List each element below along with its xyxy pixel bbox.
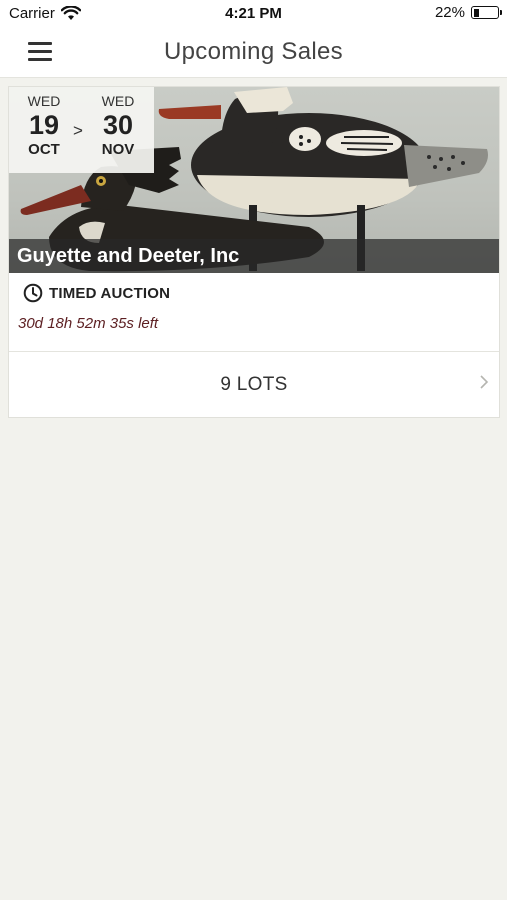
start-day-of-week: WED [27, 93, 61, 109]
battery-fill [473, 8, 479, 17]
auction-type-row: TIMED AUCTION [23, 283, 170, 303]
start-month: OCT [28, 141, 60, 158]
time-remaining: 30d 18h 52m 35s left [18, 315, 159, 332]
auction-type: TIMED AUCTION [49, 284, 171, 302]
sale-title-bar: Guyette and Deeter, Inc [9, 239, 499, 273]
sale-title[interactable]: Guyette and Deeter, Inc [17, 245, 239, 268]
status-time: 4:21 PM [225, 5, 282, 22]
lots-button[interactable]: 9 LOTS [9, 352, 499, 417]
sale-card[interactable]: WED 19 OCT > WED 30 NOV Guyette and Deet… [8, 86, 500, 418]
battery-percent: 22% [434, 4, 465, 21]
lots-count: 9 LOTS [220, 374, 288, 395]
start-date: WED 19 OCT [19, 93, 69, 158]
end-date: WED 30 NOV [93, 93, 143, 158]
status-bar: Carrier 4:21 PM 22% [0, 0, 507, 28]
chevron-right-icon [480, 375, 489, 389]
clock-icon [23, 283, 43, 303]
page-title: Upcoming Sales [164, 38, 343, 65]
date-range: WED 19 OCT > WED 30 NOV [9, 87, 154, 173]
date-separator: > [73, 121, 83, 140]
end-day-of-week: WED [101, 93, 135, 109]
start-day: 19 [28, 110, 60, 140]
status-right: 22% [434, 4, 502, 21]
sale-image[interactable]: WED 19 OCT > WED 30 NOV Guyette and Deet… [9, 87, 499, 273]
end-month: NOV [101, 141, 135, 158]
end-day: 30 [102, 110, 134, 140]
battery-icon [471, 6, 502, 19]
nav-bar: Upcoming Sales [0, 28, 507, 78]
